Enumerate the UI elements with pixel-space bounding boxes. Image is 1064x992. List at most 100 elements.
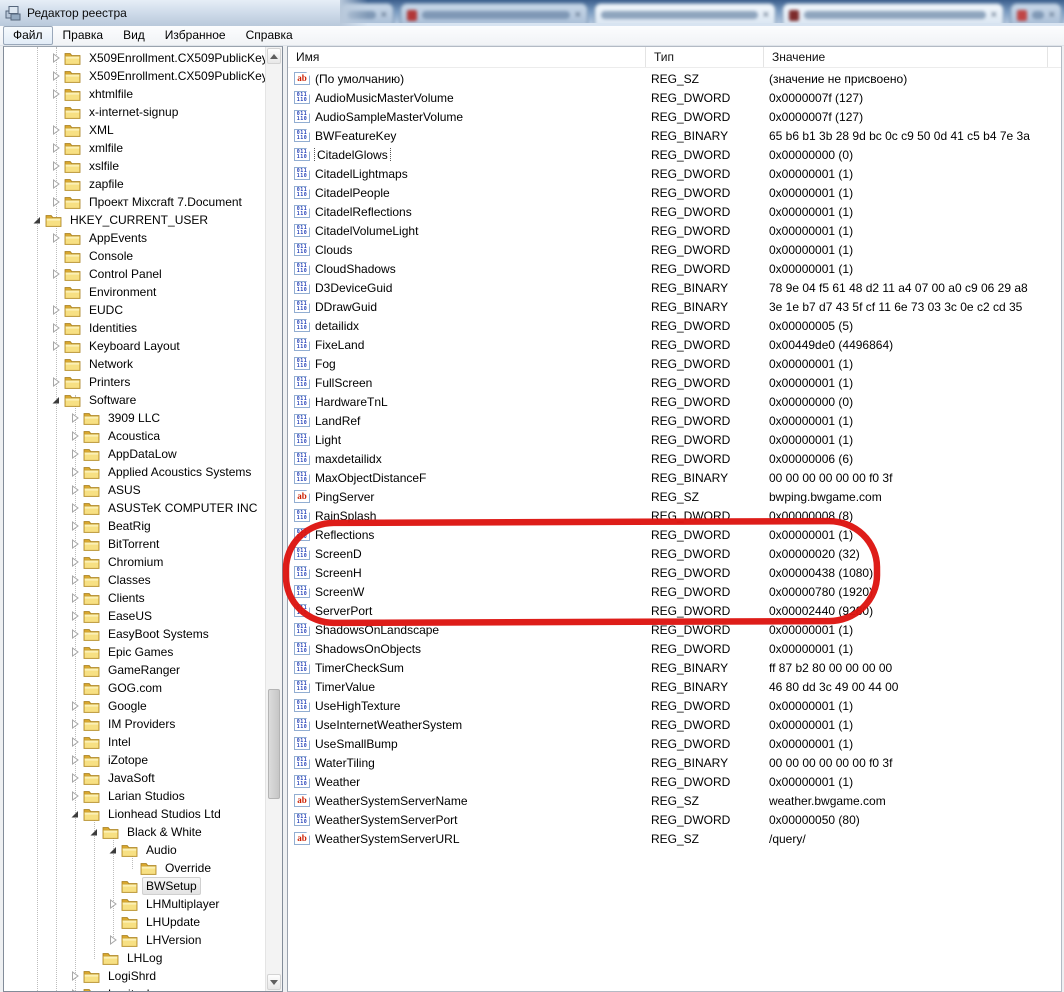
expand-arrow-icon[interactable] — [50, 160, 62, 172]
expand-arrow-icon[interactable] — [69, 430, 81, 442]
expand-arrow-icon[interactable] — [69, 502, 81, 514]
tab-close-icon[interactable]: × — [991, 9, 997, 21]
registry-value-row-audiosamplemastervolume[interactable]: 011 110 AudioSampleMasterVolume REG_DWORD 0x… — [288, 107, 1061, 126]
tree-item-lionhead-studios-ltd[interactable]: Lionhead Studios Ltd — [4, 805, 265, 823]
tree-item-lhupdate[interactable]: LHUpdate — [4, 913, 265, 931]
tree-item-zapfile[interactable]: zapfile — [4, 175, 265, 193]
registry-value-row-weather[interactable]: 011 110 Weather REG_DWORD 0x00000001 (1) — [288, 772, 1061, 791]
expand-arrow-icon[interactable] — [69, 736, 81, 748]
tree-item-lhmultiplayer[interactable]: LHMultiplayer — [4, 895, 265, 913]
expand-arrow-icon[interactable] — [69, 484, 81, 496]
registry-value-row-hardwaretnl[interactable]: 011 110 HardwareTnL REG_DWORD 0x00000000 (0) — [288, 392, 1061, 411]
tree-item-javasoft[interactable]: JavaSoft — [4, 769, 265, 787]
registry-value-row-fog[interactable]: 011 110 Fog REG_DWORD 0x00000001 (1) — [288, 354, 1061, 373]
expand-arrow-icon[interactable] — [69, 520, 81, 532]
collapse-arrow-icon[interactable] — [50, 394, 62, 406]
registry-value-row-maxobjectdistancef[interactable]: 011 110 MaxObjectDistanceF REG_BINARY 00 00 … — [288, 468, 1061, 487]
tab-close-icon[interactable]: × — [575, 9, 581, 21]
tree-item-larian-studios[interactable]: Larian Studios — [4, 787, 265, 805]
tree-item-easeus[interactable]: EaseUS — [4, 607, 265, 625]
tree-item-override[interactable]: Override — [4, 859, 265, 877]
registry-value-row-fixeland[interactable]: 011 110 FixeLand REG_DWORD 0x00449de0 (44968… — [288, 335, 1061, 354]
expand-arrow-icon[interactable] — [50, 142, 62, 154]
registry-value-row-screenw[interactable]: 011 110 ScreenW REG_DWORD 0x00000780 (1920) — [288, 582, 1061, 601]
registry-value-row-useinternetweathersystem[interactable]: 011 110 UseInternetWeatherSystem REG_DWORD 0… — [288, 715, 1061, 734]
tree-item-lhlog[interactable]: LHLog — [4, 949, 265, 967]
tree-item-appevents[interactable]: AppEvents — [4, 229, 265, 247]
tree-scrollbar[interactable] — [265, 47, 282, 991]
tree-item-environment[interactable]: Environment — [4, 283, 265, 301]
tab-close-icon[interactable]: × — [381, 9, 387, 21]
tree-item-clients[interactable]: Clients — [4, 589, 265, 607]
tree-item-x509enrollment-cx509publickey[interactable]: X509Enrollment.CX509PublicKey — [4, 49, 265, 67]
expand-arrow-icon[interactable] — [50, 322, 62, 334]
tree-pane[interactable]: X509Enrollment.CX509PublicKey X509Enrollm… — [3, 46, 283, 992]
collapse-arrow-icon[interactable] — [31, 214, 43, 226]
expand-arrow-icon[interactable] — [69, 790, 81, 802]
tree-item-classes[interactable]: Classes — [4, 571, 265, 589]
tree-item-easyboot-systems[interactable]: EasyBoot Systems — [4, 625, 265, 643]
tree-item-asustek-computer-inc[interactable]: ASUSTeK COMPUTER INC — [4, 499, 265, 517]
registry-value-row-citadelglows[interactable]: 011 110 CitadelGlows REG_DWORD 0x00000000 (0… — [288, 145, 1061, 164]
expand-arrow-icon[interactable] — [50, 196, 62, 208]
tree-item-bittorrent[interactable]: BitTorrent — [4, 535, 265, 553]
tree-item-hkey-current-user[interactable]: HKEY_CURRENT_USER — [4, 211, 265, 229]
scroll-up-icon[interactable] — [267, 48, 281, 64]
tree-item-logitech[interactable]: Logitech — [4, 985, 265, 991]
expand-arrow-icon[interactable] — [69, 538, 81, 550]
titlebar[interactable]: Редактор реестра — [0, 0, 368, 26]
tree-item-eudc[interactable]: EUDC — [4, 301, 265, 319]
expand-arrow-icon[interactable] — [50, 70, 62, 82]
expand-arrow-icon[interactable] — [50, 232, 62, 244]
registry-value-row-watertiling[interactable]: 011 110 WaterTiling REG_BINARY 00 00 00 00 0… — [288, 753, 1061, 772]
registry-value-row-weathersystemserverport[interactable]: 011 110 WeatherSystemServerPort REG_DWORD 0x… — [288, 810, 1061, 829]
collapse-arrow-icon[interactable] — [88, 826, 100, 838]
registry-value-row-ddrawguid[interactable]: 011 110 DDrawGuid REG_BINARY 3e 1e b7 d7 43 … — [288, 297, 1061, 316]
tree-item-asus[interactable]: ASUS — [4, 481, 265, 499]
menu-item-favorites[interactable]: Избранное — [155, 26, 236, 45]
registry-value-row-cloudshadows[interactable]: 011 110 CloudShadows REG_DWORD 0x00000001 (1… — [288, 259, 1061, 278]
registry-value-row-d3deviceguid[interactable]: 011 110 D3DeviceGuid REG_BINARY 78 9e 04 f5 … — [288, 278, 1061, 297]
tree-item-keyboard-layout[interactable]: Keyboard Layout — [4, 337, 265, 355]
expand-arrow-icon[interactable] — [69, 628, 81, 640]
tree-item-acoustica[interactable]: Acoustica — [4, 427, 265, 445]
expand-arrow-icon[interactable] — [50, 304, 62, 316]
registry-value-row-usehightexture[interactable]: 011 110 UseHighTexture REG_DWORD 0x00000001 … — [288, 696, 1061, 715]
registry-value-row-maxdetailidx[interactable]: 011 110 maxdetailidx REG_DWORD 0x00000006 (6… — [288, 449, 1061, 468]
registry-value-row-citadelvolumelight[interactable]: 011 110 CitadelVolumeLight REG_DWORD 0x00000… — [288, 221, 1061, 240]
registry-value-row-weathersystemservername[interactable]: ab WeatherSystemServerName REG_SZ weather.b… — [288, 791, 1061, 810]
tree-item-chromium[interactable]: Chromium — [4, 553, 265, 571]
registry-value-row-clouds[interactable]: 011 110 Clouds REG_DWORD 0x00000001 (1) — [288, 240, 1061, 259]
registry-value-row-reflections[interactable]: 011 110 Reflections REG_DWORD 0x00000001 (1) — [288, 525, 1061, 544]
registry-value-row-detailidx[interactable]: 011 110 detailidx REG_DWORD 0x00000005 (5) — [288, 316, 1061, 335]
registry-value-row-serverport[interactable]: 011 110 ServerPort REG_DWORD 0x00002440 (928… — [288, 601, 1061, 620]
expand-arrow-icon[interactable] — [107, 934, 119, 946]
expand-arrow-icon[interactable] — [69, 610, 81, 622]
expand-arrow-icon[interactable] — [69, 970, 81, 982]
tree-item-mixcraft-7-document[interactable]: Проект Mixcraft 7.Document — [4, 193, 265, 211]
tree-item-xhtmlfile[interactable]: xhtmlfile — [4, 85, 265, 103]
registry-value-row-citadelpeople[interactable]: 011 110 CitadelPeople REG_DWORD 0x00000001 (… — [288, 183, 1061, 202]
tree-item-gameranger[interactable]: GameRanger — [4, 661, 265, 679]
expand-arrow-icon[interactable] — [69, 772, 81, 784]
tree-item-x509enrollment-cx509publickey-1[interactable]: X509Enrollment.CX509PublicKey.1 — [4, 67, 265, 85]
tree-item-lhversion[interactable]: LHVersion — [4, 931, 265, 949]
registry-value-row-pingserver[interactable]: ab PingServer REG_SZ bwping.bwgame.com — [288, 487, 1061, 506]
tab-close-icon[interactable]: × — [1049, 9, 1055, 21]
expand-arrow-icon[interactable] — [69, 700, 81, 712]
tree-item-printers[interactable]: Printers — [4, 373, 265, 391]
scrollbar-thumb[interactable] — [268, 688, 280, 799]
tree-item-bwsetup[interactable]: BWSetup — [4, 877, 265, 895]
tree-item-identities[interactable]: Identities — [4, 319, 265, 337]
registry-value-row-light[interactable]: 011 110 Light REG_DWORD 0x00000001 (1) — [288, 430, 1061, 449]
tab-close-icon[interactable]: × — [763, 9, 769, 21]
registry-value-row-citadelreflections[interactable]: 011 110 CitadelReflections REG_DWORD 0x00000… — [288, 202, 1061, 221]
column-header-type[interactable]: Тип — [646, 47, 764, 67]
tree-item-izotope[interactable]: iZotope — [4, 751, 265, 769]
tree-item-appdatalow[interactable]: AppDataLow — [4, 445, 265, 463]
expand-arrow-icon[interactable] — [69, 646, 81, 658]
menu-item-edit[interactable]: Правка — [53, 26, 114, 45]
tree-item-intel[interactable]: Intel — [4, 733, 265, 751]
expand-arrow-icon[interactable] — [50, 268, 62, 280]
expand-arrow-icon[interactable] — [69, 718, 81, 730]
